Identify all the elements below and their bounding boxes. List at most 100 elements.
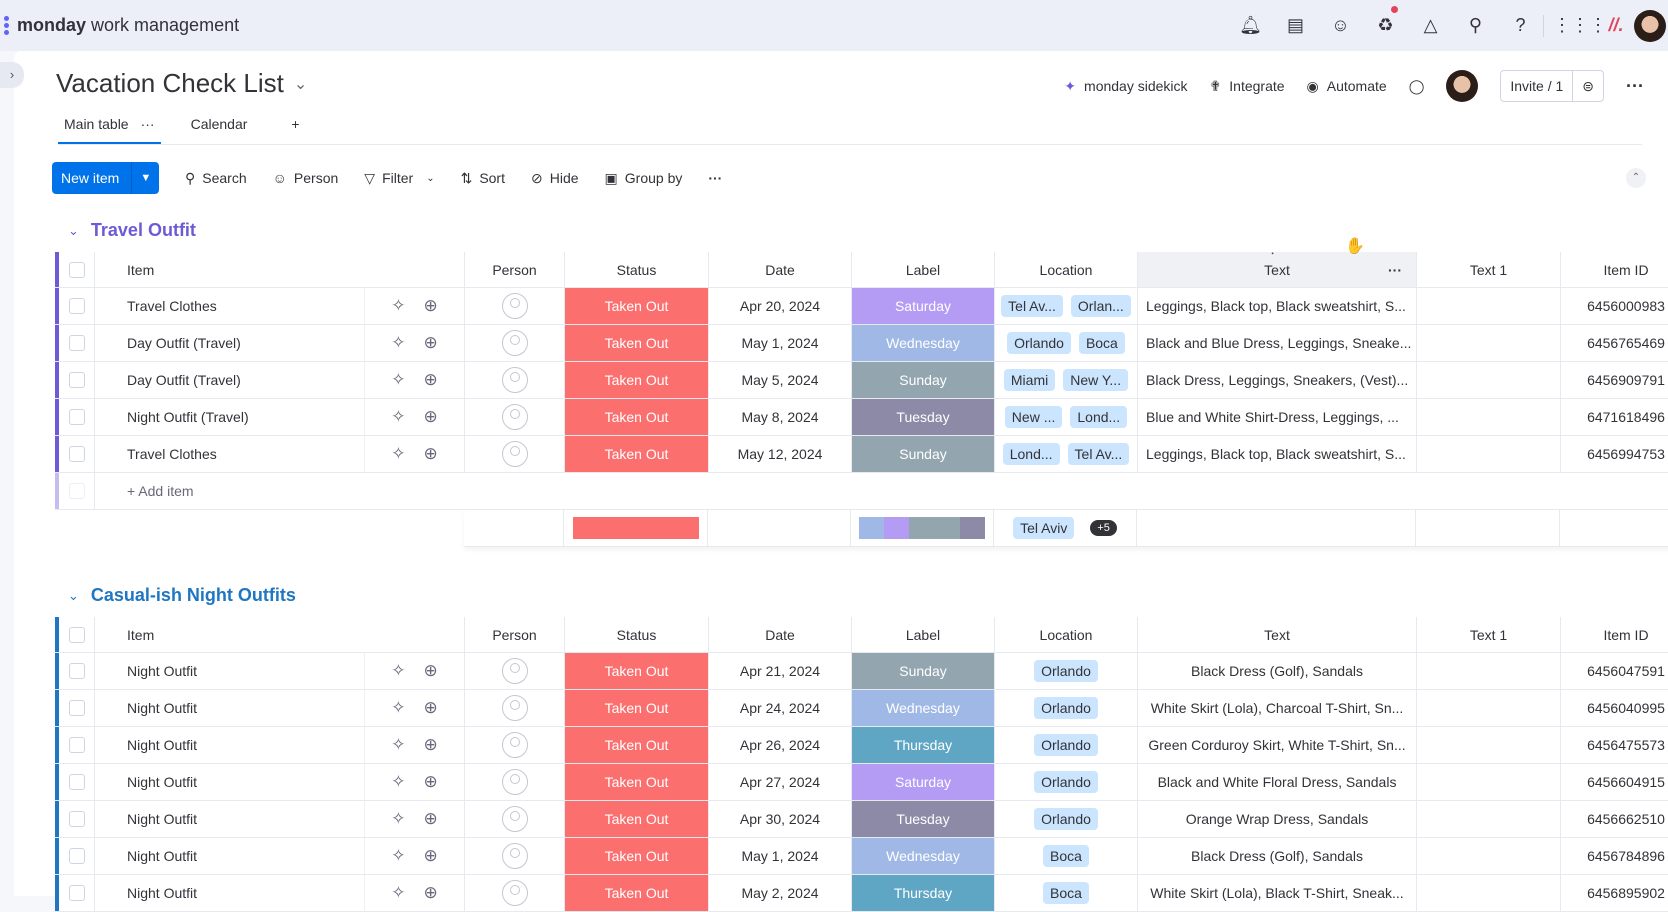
- sparkle-ai-icon[interactable]: ✧: [391, 735, 405, 755]
- date-cell[interactable]: May 12, 2024: [709, 436, 852, 472]
- add-update-icon[interactable]: ⊕: [424, 407, 438, 427]
- empty-person-icon[interactable]: [501, 806, 528, 832]
- text1-cell[interactable]: [1417, 690, 1561, 726]
- date-cell[interactable]: May 1, 2024: [709, 325, 852, 361]
- status-cell[interactable]: Taken Out: [565, 727, 709, 763]
- column-header-status[interactable]: Status: [565, 252, 709, 287]
- item-name-cell[interactable]: Night Outfit ✧ ⊕: [95, 875, 465, 911]
- location-tag[interactable]: Boca: [1078, 332, 1125, 354]
- empty-person-icon[interactable]: [501, 732, 528, 758]
- status-badge[interactable]: Taken Out: [565, 436, 708, 472]
- text1-cell[interactable]: [1417, 436, 1561, 472]
- text1-cell[interactable]: [1417, 838, 1561, 874]
- checkbox[interactable]: [68, 372, 85, 388]
- location-cell[interactable]: Orlando: [995, 690, 1138, 726]
- checkbox[interactable]: [68, 446, 85, 462]
- person-cell[interactable]: [465, 436, 565, 472]
- text-cell[interactable]: Blue and White Shirt-Dress, Leggings, ..…: [1138, 399, 1417, 435]
- table-row[interactable]: Night Outfit ✧ ⊕ Taken Out May 2, 2024 Thursd…: [55, 875, 1668, 912]
- invite-button[interactable]: Invite / 1 ⊜: [1500, 70, 1605, 102]
- empty-person-icon[interactable]: [501, 293, 528, 319]
- item-name[interactable]: Night Outfit: [127, 885, 197, 901]
- person-cell[interactable]: [465, 838, 565, 874]
- label-cell[interactable]: Wednesday: [852, 838, 995, 874]
- add-view-button[interactable]: +: [285, 116, 305, 144]
- row-checkbox[interactable]: [59, 288, 95, 324]
- filter-button[interactable]: ▽ Filter ⌄: [364, 170, 434, 187]
- status-badge[interactable]: Taken Out: [565, 727, 708, 763]
- label-badge[interactable]: Sunday: [852, 362, 994, 398]
- add-update-icon[interactable]: ⊕: [424, 809, 438, 829]
- empty-person-icon[interactable]: [501, 330, 528, 356]
- text1-cell[interactable]: [1417, 653, 1561, 689]
- column-header-location[interactable]: Location: [995, 252, 1138, 287]
- label-badge[interactable]: Thursday: [852, 875, 994, 911]
- person-cell[interactable]: [465, 362, 565, 398]
- sparkle-ai-icon[interactable]: ✧: [391, 370, 405, 390]
- item-name-cell[interactable]: Travel Clothes ✧ ⊕: [95, 436, 465, 472]
- location-cell[interactable]: Lond... Tel Av...: [995, 436, 1138, 472]
- text1-cell[interactable]: [1417, 325, 1561, 361]
- item-name-cell[interactable]: Night Outfit ✧ ⊕: [95, 801, 465, 837]
- date-cell[interactable]: Apr 21, 2024: [709, 653, 852, 689]
- status-cell[interactable]: Taken Out: [565, 325, 709, 361]
- column-header-location[interactable]: Location: [995, 617, 1138, 652]
- location-cell[interactable]: Orlando: [995, 801, 1138, 837]
- table-row[interactable]: Night Outfit ✧ ⊕ Taken Out Apr 24, 2024 Wedne…: [55, 690, 1668, 727]
- status-badge[interactable]: Taken Out: [565, 653, 708, 689]
- label-cell[interactable]: Wednesday: [852, 325, 995, 361]
- location-cell[interactable]: Boca: [995, 875, 1138, 911]
- chevron-down-icon[interactable]: ▼: [132, 172, 151, 184]
- table-row[interactable]: Night Outfit ✧ ⊕ Taken Out Apr 26, 2024 Thurs…: [55, 727, 1668, 764]
- chevron-down-icon[interactable]: ⌄: [68, 588, 79, 604]
- expand-sidebar-button[interactable]: ›: [0, 62, 24, 88]
- person-cell[interactable]: [465, 727, 565, 763]
- table-row[interactable]: Day Outfit (Travel) ✧ ⊕ Taken Out May 5, 202…: [55, 362, 1668, 399]
- column-header-item[interactable]: Item: [95, 252, 465, 287]
- label-summary-bar[interactable]: [859, 517, 986, 539]
- text-cell[interactable]: Black Dress (Golf), Sandals: [1138, 838, 1417, 874]
- label-badge[interactable]: Saturday: [852, 288, 994, 324]
- date-cell[interactable]: May 2, 2024: [709, 875, 852, 911]
- label-cell[interactable]: Thursday: [852, 727, 995, 763]
- empty-person-icon[interactable]: [501, 367, 528, 393]
- select-all-checkbox[interactable]: [59, 617, 95, 652]
- checkbox[interactable]: [68, 774, 85, 790]
- column-header-date[interactable]: Date: [709, 617, 852, 652]
- group-by-button[interactable]: ▣ Group by: [605, 170, 683, 187]
- checkbox[interactable]: [68, 298, 85, 314]
- text1-cell[interactable]: [1417, 801, 1561, 837]
- automate-button[interactable]: ◉ Automate: [1307, 78, 1387, 95]
- text-cell[interactable]: Black Dress (Golf), Sandals: [1138, 653, 1417, 689]
- location-tag[interactable]: Orlando: [1034, 734, 1098, 756]
- sparkle-ai-icon[interactable]: ✧: [391, 809, 405, 829]
- monday-switcher-icon[interactable]: //.: [1598, 15, 1634, 36]
- status-cell[interactable]: Taken Out: [565, 801, 709, 837]
- location-cell[interactable]: Orlando: [995, 764, 1138, 800]
- tab-main-table[interactable]: Main table ···: [58, 116, 161, 144]
- person-cell[interactable]: [465, 653, 565, 689]
- person-cell[interactable]: [465, 399, 565, 435]
- empty-person-icon[interactable]: [501, 441, 528, 467]
- row-checkbox[interactable]: [59, 653, 95, 689]
- location-cell[interactable]: Boca: [995, 838, 1138, 874]
- checkbox[interactable]: [68, 700, 85, 716]
- status-badge[interactable]: Taken Out: [565, 288, 708, 324]
- status-cell[interactable]: Taken Out: [565, 653, 709, 689]
- date-cell[interactable]: Apr 27, 2024: [709, 764, 852, 800]
- column-header-label[interactable]: Label: [852, 617, 995, 652]
- label-cell[interactable]: Tuesday: [852, 399, 995, 435]
- row-checkbox[interactable]: [59, 325, 95, 361]
- label-cell[interactable]: Saturday: [852, 764, 995, 800]
- table-row[interactable]: Night Outfit (Travel) ✧ ⊕ Taken Out May 8, 2…: [55, 399, 1668, 436]
- item-name[interactable]: Night Outfit: [127, 811, 197, 827]
- status-badge[interactable]: Taken Out: [565, 838, 708, 874]
- item-name[interactable]: Night Outfit: [127, 774, 197, 790]
- empty-person-icon[interactable]: [501, 843, 528, 869]
- add-item-row[interactable]: + Add item: [55, 473, 1668, 510]
- row-checkbox[interactable]: [59, 362, 95, 398]
- sparkle-ai-icon[interactable]: ✧: [391, 444, 405, 464]
- person-cell[interactable]: [465, 325, 565, 361]
- sort-button[interactable]: ⇅ Sort: [461, 170, 505, 187]
- item-name[interactable]: Night Outfit (Travel): [127, 409, 249, 425]
